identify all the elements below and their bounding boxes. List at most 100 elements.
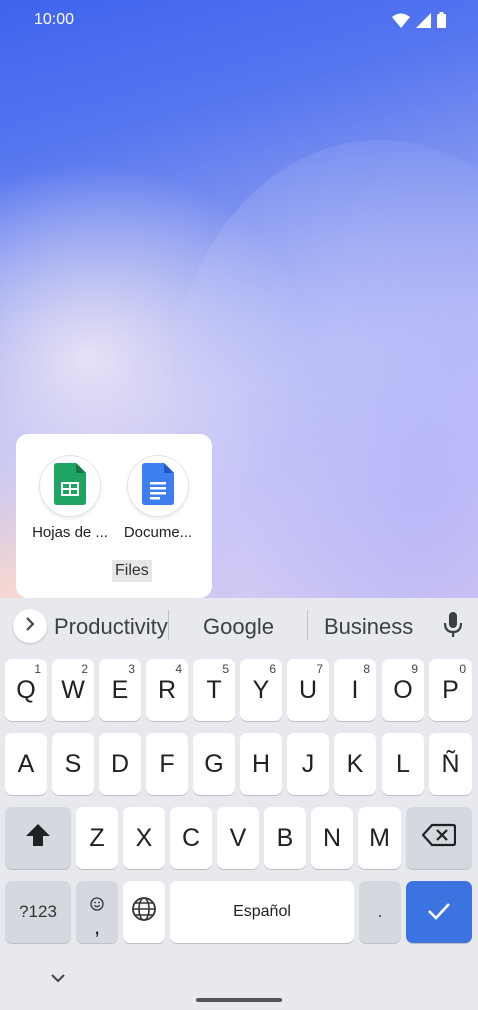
key-m[interactable]: M [358, 807, 401, 869]
google-sheets-icon [54, 462, 86, 510]
suggestion-2[interactable]: Google [203, 614, 274, 640]
status-bar: 10:00 [0, 0, 478, 40]
key-i[interactable]: I8 [334, 659, 376, 721]
key-label: F [159, 749, 175, 778]
key-c[interactable]: C [170, 807, 212, 869]
key-n[interactable]: N [311, 807, 353, 869]
backspace-key[interactable] [406, 807, 472, 869]
key-hint: 2 [81, 662, 88, 676]
key-k[interactable]: K [334, 733, 376, 795]
app-google-docs[interactable]: Docume... [118, 456, 198, 541]
key-hint: 3 [128, 662, 135, 676]
comma-emoji-key[interactable]: , [76, 881, 118, 943]
expand-toolbar-button[interactable] [13, 609, 47, 643]
wallpaper-wave [170, 140, 478, 600]
key-b[interactable]: B [264, 807, 306, 869]
key-label: A [17, 749, 35, 778]
key-s[interactable]: S [52, 733, 94, 795]
key-label: X [135, 823, 153, 852]
key-label: , [93, 913, 101, 939]
key-hint: 6 [269, 662, 276, 676]
key-d[interactable]: D [99, 733, 141, 795]
key-label: T [206, 675, 222, 704]
key-label: V [229, 823, 247, 852]
cell-signal-icon [416, 12, 431, 33]
key-label: Español [233, 903, 291, 920]
key-label: D [110, 749, 130, 778]
key-label: Q [16, 675, 36, 704]
key-label: H [251, 749, 271, 778]
key-hint: 5 [222, 662, 229, 676]
key-label: U [298, 675, 318, 704]
key-label: B [276, 823, 294, 852]
app-label: Hojas de ... [32, 524, 108, 541]
suggestion-divider [168, 610, 169, 640]
key-label: G [204, 749, 224, 778]
symbols-key[interactable]: ?123 [5, 881, 71, 943]
key-hint: 0 [459, 662, 466, 676]
key-z[interactable]: Z [76, 807, 118, 869]
key-label: E [111, 675, 129, 704]
key-v[interactable]: V [217, 807, 259, 869]
microphone-icon[interactable] [440, 610, 466, 645]
period-key[interactable]: . [359, 881, 401, 943]
checkmark-icon [427, 898, 451, 927]
backspace-icon [421, 823, 457, 854]
key-u[interactable]: U7 [287, 659, 329, 721]
navigation-handle[interactable] [196, 998, 282, 1002]
key-hint: 4 [175, 662, 182, 676]
key-label: Y [252, 675, 270, 704]
key-n-tilde[interactable]: Ñ [429, 733, 472, 795]
keyboard: Productivity Google Business Q1 W2 E3 R4… [0, 598, 478, 1010]
key-hint: 7 [316, 662, 323, 676]
hide-keyboard-chevron-down-icon[interactable] [50, 970, 66, 988]
shift-icon [25, 823, 51, 854]
key-g[interactable]: G [193, 733, 235, 795]
wifi-icon [392, 13, 410, 33]
key-a[interactable]: A [5, 733, 47, 795]
key-hint: 9 [411, 662, 418, 676]
suggestion-divider [307, 610, 308, 640]
key-t[interactable]: T5 [193, 659, 235, 721]
key-e[interactable]: E3 [99, 659, 141, 721]
enter-key[interactable] [406, 881, 472, 943]
globe-icon [131, 896, 157, 929]
space-key[interactable]: Español [170, 881, 354, 943]
key-label: . [377, 902, 383, 921]
status-time: 10:00 [34, 11, 75, 28]
key-r[interactable]: R4 [146, 659, 188, 721]
key-label: Ñ [441, 749, 460, 778]
key-label: K [346, 749, 364, 778]
key-hint: 8 [363, 662, 370, 676]
key-label: S [64, 749, 82, 778]
key-j[interactable]: J [287, 733, 329, 795]
suggestion-3[interactable]: Business [324, 614, 413, 640]
key-h[interactable]: H [240, 733, 282, 795]
chevron-right-icon [24, 616, 36, 636]
app-folder: Hojas de ... Docume... Files [16, 434, 212, 598]
key-f[interactable]: F [146, 733, 188, 795]
key-y[interactable]: Y6 [240, 659, 282, 721]
key-label: O [393, 675, 413, 704]
language-key[interactable] [123, 881, 165, 943]
key-l[interactable]: L [382, 733, 424, 795]
key-label: ?123 [19, 902, 57, 921]
key-label: R [157, 675, 177, 704]
google-docs-icon [142, 462, 174, 510]
key-label: P [442, 675, 459, 704]
key-o[interactable]: O9 [382, 659, 424, 721]
key-label: J [301, 749, 315, 778]
key-q[interactable]: Q1 [5, 659, 47, 721]
key-label: N [322, 823, 342, 852]
key-label: W [61, 675, 85, 704]
key-x[interactable]: X [123, 807, 165, 869]
folder-name-field[interactable]: Files [112, 560, 152, 582]
key-p[interactable]: P0 [429, 659, 472, 721]
suggestion-bar: Productivity Google Business [0, 598, 478, 654]
key-label: L [396, 749, 410, 778]
key-label: I [351, 675, 359, 704]
app-google-sheets[interactable]: Hojas de ... [30, 456, 110, 541]
key-w[interactable]: W2 [52, 659, 94, 721]
suggestion-1[interactable]: Productivity [54, 614, 168, 640]
shift-key[interactable] [5, 807, 71, 869]
